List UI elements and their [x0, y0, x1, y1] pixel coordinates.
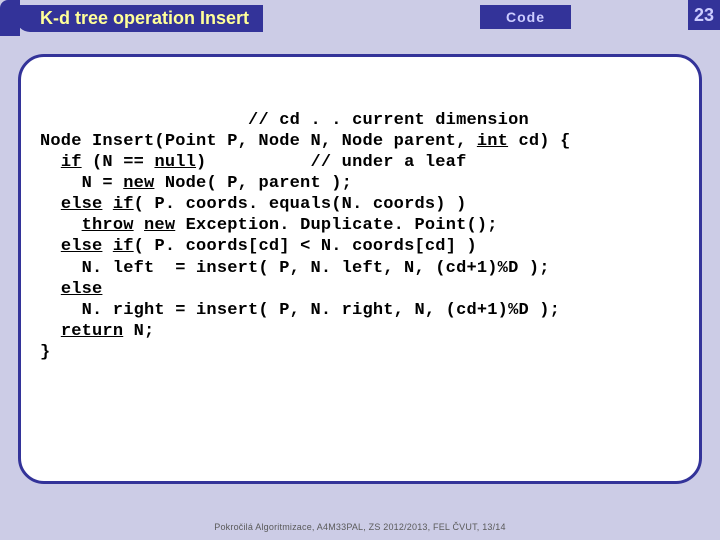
- pad: [102, 237, 112, 256]
- code-line: ( P. coords[cd] < N. coords[cd] ): [134, 237, 477, 256]
- code-line: Exception. Duplicate. Point();: [175, 216, 497, 235]
- keyword-if: if: [113, 237, 134, 256]
- code-line: Node Insert(Point P, Node N, Node parent…: [40, 132, 477, 151]
- code-line: cd) {: [508, 132, 570, 151]
- pad: [134, 216, 144, 235]
- code-line: N;: [123, 322, 154, 341]
- keyword-throw: throw: [82, 216, 134, 235]
- keyword-else: else: [61, 237, 103, 256]
- comment-line: // cd . . current dimension: [248, 111, 529, 130]
- footer-text: Pokročilá Algoritmizace, A4M33PAL, ZS 20…: [214, 522, 505, 532]
- code-label: Code: [506, 9, 545, 25]
- keyword-null: null: [154, 153, 196, 172]
- pad: [40, 237, 61, 256]
- code-block: // cd . . current dimension Node Insert(…: [40, 110, 571, 363]
- code-line: Node( P, parent );: [154, 174, 352, 193]
- code-line: ) // under a leaf: [196, 153, 466, 172]
- pad: [40, 216, 82, 235]
- slide-header: K-d tree operation Insert Code 23: [0, 0, 720, 32]
- keyword-if: if: [61, 153, 82, 172]
- code-line: N. right = insert( P, N. right, N, (cd+1…: [40, 301, 560, 320]
- pad: [40, 322, 61, 341]
- title-text: K-d tree operation Insert: [40, 8, 249, 28]
- pad: [40, 195, 61, 214]
- keyword-new: new: [123, 174, 154, 193]
- code-label-box: Code: [480, 5, 571, 29]
- keyword-else: else: [61, 195, 103, 214]
- pad: [40, 280, 61, 299]
- pad: [40, 111, 248, 130]
- code-line: N. left = insert( P, N. left, N, (cd+1)%…: [40, 259, 550, 278]
- keyword-new: new: [144, 216, 175, 235]
- slide-footer: Pokročilá Algoritmizace, A4M33PAL, ZS 20…: [0, 522, 720, 532]
- pad: [40, 153, 61, 172]
- keyword-int: int: [477, 132, 508, 151]
- code-line: (N ==: [82, 153, 155, 172]
- keyword-if: if: [113, 195, 134, 214]
- keyword-return: return: [61, 322, 123, 341]
- pad: [102, 195, 112, 214]
- page-number: 23: [688, 0, 720, 30]
- code-line: }: [40, 343, 50, 362]
- code-line: N =: [40, 174, 123, 193]
- page-number-text: 23: [694, 5, 714, 25]
- slide-title: K-d tree operation Insert: [16, 5, 263, 32]
- code-line: ( P. coords. equals(N. coords) ): [134, 195, 467, 214]
- keyword-else: else: [61, 280, 103, 299]
